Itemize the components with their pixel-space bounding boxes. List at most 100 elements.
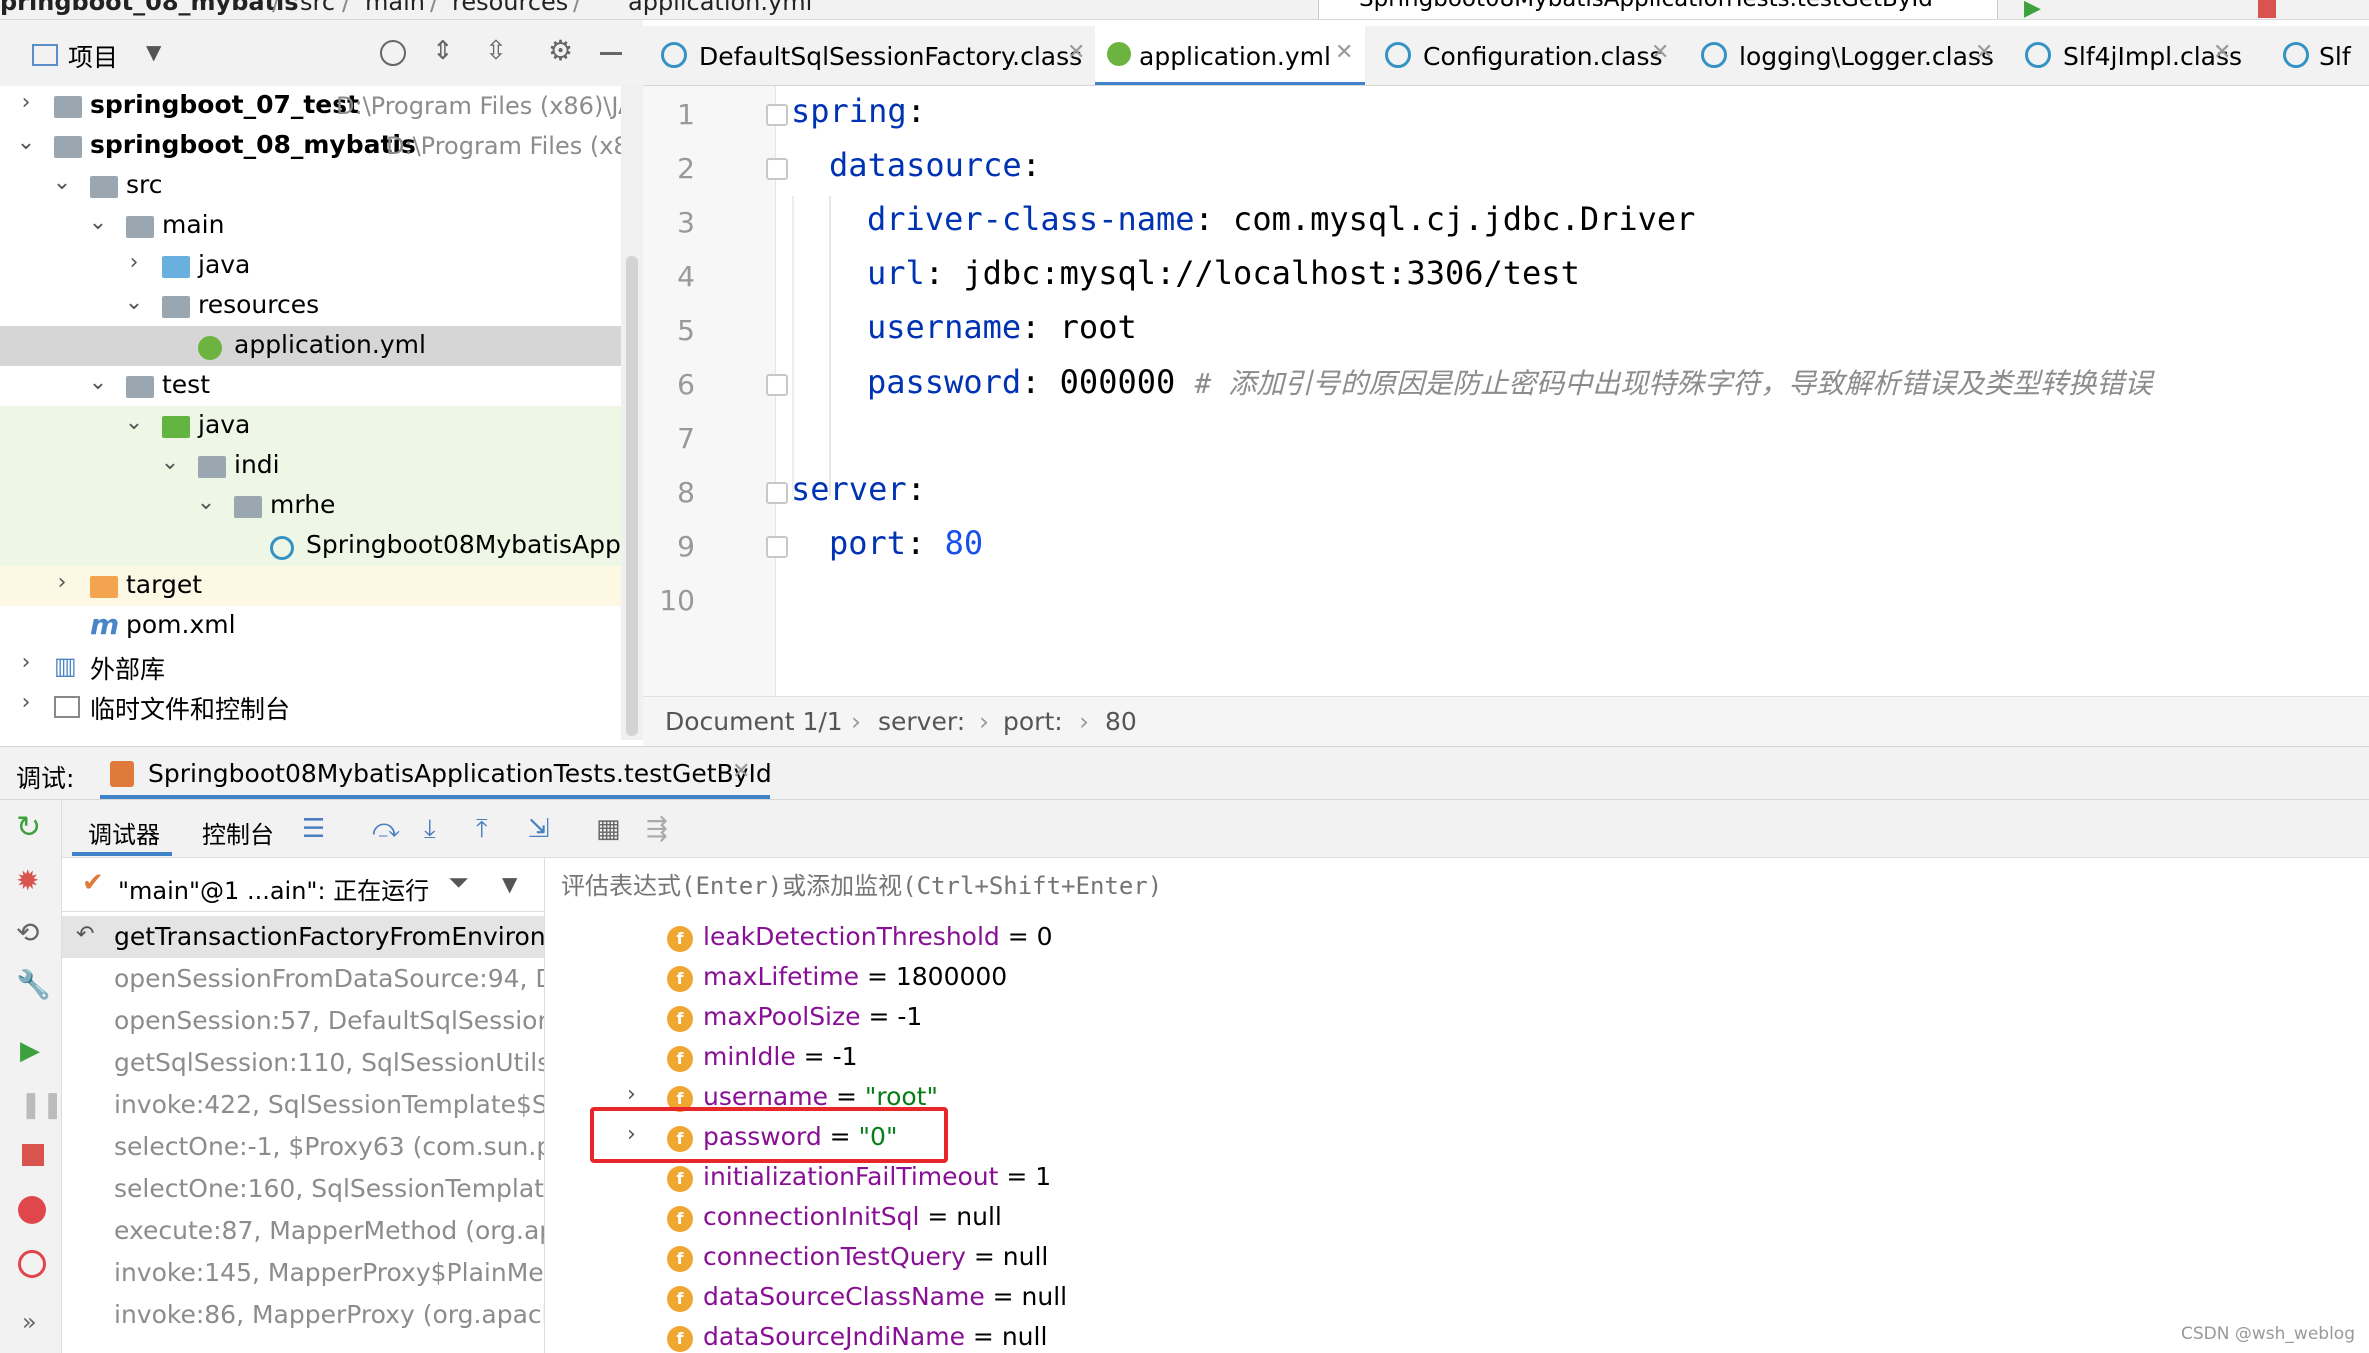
close-icon[interactable]: ✕	[1335, 40, 1353, 65]
tab-slf-truncated[interactable]: Slf	[2283, 26, 2369, 85]
chevron-down-icon[interactable]: ⌄	[52, 170, 72, 195]
mute-breakpoints-icon[interactable]	[18, 1250, 46, 1278]
run-config-dropdown[interactable]: Springboot08MybatisApplicationTests.test…	[1318, 0, 1998, 19]
chevron-right-icon[interactable]: ›	[16, 90, 36, 115]
tab-configuration[interactable]: Configuration.class ✕	[1373, 26, 1679, 85]
resume-icon[interactable]: ▶	[20, 1036, 40, 1066]
stack-frame[interactable]: getSqlSession:110, SqlSessionUtils (o	[62, 1042, 544, 1084]
stack-frame[interactable]: invoke:422, SqlSessionTemplate$SqlS	[62, 1084, 544, 1126]
stack-frame[interactable]: execute:87, MapperMethod (org.apac	[62, 1210, 544, 1252]
stack-frame[interactable]: openSessionFromDataSource:94, Defa	[62, 958, 544, 1000]
chevron-down-icon[interactable]: ▼	[146, 40, 161, 64]
chevron-down-icon[interactable]: ⌄	[160, 450, 180, 475]
tree-item-scratches[interactable]: › 临时文件和控制台	[0, 686, 643, 726]
step-out-icon[interactable]: ⤒	[476, 814, 504, 844]
rerun-icon[interactable]: ↻	[16, 810, 41, 845]
more-icon[interactable]: »	[22, 1308, 37, 1336]
tab-application-yml[interactable]: application.yml ✕	[1095, 26, 1365, 85]
breadcrumb-value[interactable]: 80	[1105, 707, 1137, 736]
tree-item-target[interactable]: › target	[0, 566, 643, 606]
tab-console[interactable]: 控制台	[202, 815, 274, 850]
fold-marker-icon[interactable]	[766, 374, 788, 396]
debug-session-tab[interactable]: Springboot08MybatisApplicationTests.test…	[148, 759, 772, 788]
breadcrumb-src[interactable]: src	[300, 0, 335, 16]
restore-layout-icon[interactable]: ⟲	[16, 916, 39, 949]
variable-row[interactable]: f connectionTestQuery = null	[545, 1238, 2369, 1278]
close-icon[interactable]: ✕	[1975, 40, 1993, 65]
fold-marker-icon[interactable]	[766, 158, 788, 180]
collapse-all-icon[interactable]: ⇳	[485, 36, 507, 66]
tree-item-springboot08[interactable]: ⌄ springboot_08_mybatis D:\Program Files…	[0, 126, 643, 166]
chevron-right-icon[interactable]: ›	[16, 650, 36, 675]
code-editor[interactable]: spring: datasource: driver-class-name: c…	[777, 86, 2369, 696]
thread-selector[interactable]: ✔ "main"@1 ...ain": 正在运行 ⏷ ▼	[62, 858, 544, 912]
chevron-right-icon[interactable]: ›	[52, 570, 72, 595]
tab-slf4j-impl[interactable]: Slf4jImpl.class ✕	[2013, 26, 2242, 85]
chevron-down-icon[interactable]: ⌄	[124, 410, 144, 435]
stop-icon[interactable]	[2258, 0, 2276, 18]
variable-row[interactable]: f maxPoolSize = -1	[545, 998, 2369, 1038]
close-icon[interactable]: ✕	[2213, 40, 2231, 65]
stack-frame[interactable]: invoke:86, MapperProxy (org.apache.	[62, 1294, 544, 1336]
evaluate-icon[interactable]: ▦	[596, 814, 624, 844]
breadcrumb-project[interactable]: pringboot_08_mybatis	[0, 0, 299, 16]
menu-icon[interactable]: ☰	[302, 814, 330, 844]
breadcrumb-file[interactable]: application.yml	[628, 0, 812, 16]
tab-logger[interactable]: logging\Logger.class ✕	[1689, 26, 2003, 85]
tree-item-resources[interactable]: ⌄ resources	[0, 286, 643, 326]
trace-icon[interactable]: ⇶	[646, 814, 674, 844]
variable-row[interactable]: f initializationFailTimeout = 1	[545, 1158, 2369, 1198]
stack-frame[interactable]: ↶ getTransactionFactoryFromEnvironme	[62, 916, 544, 958]
chevron-down-icon[interactable]: ⌄	[196, 490, 216, 515]
tab-default-sql-session-factory[interactable]: DefaultSqlSessionFactory.class ✕	[649, 26, 1093, 85]
tree-item-mrhe[interactable]: ⌄ mrhe	[0, 486, 643, 526]
view-breakpoints-icon[interactable]	[18, 1196, 46, 1224]
chevron-down-icon[interactable]: ⌄	[88, 210, 108, 235]
tree-item-test-class[interactable]: Springboot08MybatisApplicat	[0, 526, 643, 566]
stack-frame[interactable]: invoke:145, MapperProxy$PlainMetho	[62, 1252, 544, 1294]
variable-row[interactable]: f connectionInitSql = null	[545, 1198, 2369, 1238]
chevron-down-icon[interactable]: ▼	[502, 872, 517, 896]
tree-item-main[interactable]: ⌄ main	[0, 206, 643, 246]
variable-row[interactable]: f dataSourceClassName = null	[545, 1278, 2369, 1318]
step-over-icon[interactable]: ⤼	[372, 814, 400, 844]
project-panel-title[interactable]: 项目	[68, 38, 118, 74]
variable-row[interactable]: f leakDetectionThreshold = 0	[545, 918, 2369, 958]
close-icon[interactable]: ✕	[1067, 40, 1085, 65]
fold-marker-icon[interactable]	[766, 482, 788, 504]
chevron-down-icon[interactable]: ⌄	[124, 290, 144, 315]
chevron-down-icon[interactable]: ⌄	[88, 370, 108, 395]
scrollbar-thumb[interactable]	[626, 256, 638, 736]
breadcrumb-port[interactable]: port:	[1003, 707, 1063, 736]
chevron-right-icon[interactable]: ›	[627, 1082, 636, 1107]
chevron-down-icon[interactable]: ⌄	[16, 130, 36, 155]
tree-item-src[interactable]: ⌄ src	[0, 166, 643, 206]
step-into-icon[interactable]: ⤓	[424, 814, 452, 844]
pause-icon[interactable]: ❚❚	[20, 1090, 64, 1120]
variable-row[interactable]: f minIdle = -1	[545, 1038, 2369, 1078]
tree-item-pom[interactable]: m pom.xml	[0, 606, 643, 646]
tree-item-springboot07[interactable]: › springboot_07_test D:\Program Files (x…	[0, 86, 643, 126]
chevron-right-icon[interactable]: ›	[124, 250, 144, 275]
stop-icon[interactable]	[22, 1144, 44, 1166]
document-indicator[interactable]: Document 1/1	[665, 707, 843, 736]
locate-icon[interactable]	[380, 40, 406, 66]
stack-frame[interactable]: openSession:57, DefaultSqlSessionFac	[62, 1000, 544, 1042]
expand-all-icon[interactable]: ⇕	[432, 36, 454, 66]
run-to-cursor-icon[interactable]: ⇲	[528, 814, 556, 844]
tree-item-external-libs[interactable]: › ▥ 外部库	[0, 646, 643, 686]
variable-row[interactable]: f dataSourceJndiName = null	[545, 1318, 2369, 1353]
breadcrumb-server[interactable]: server:	[878, 707, 965, 736]
evaluate-expression-input[interactable]	[545, 858, 2369, 914]
gear-icon[interactable]: ⚙	[548, 34, 573, 67]
tree-item-application-yml[interactable]: application.yml	[0, 326, 643, 366]
close-icon[interactable]: ✕	[732, 759, 750, 784]
tree-item-test-java[interactable]: ⌄ java	[0, 406, 643, 446]
stack-frame[interactable]: selectOne:-1, $Proxy63 (com.sun.prox	[62, 1126, 544, 1168]
wrench-icon[interactable]: 🔧	[16, 968, 51, 1001]
bug-icon[interactable]: ✹	[16, 864, 39, 897]
breadcrumb-main[interactable]: main	[365, 0, 425, 16]
tree-item-java[interactable]: › java	[0, 246, 643, 286]
project-scrollbar[interactable]	[621, 86, 643, 740]
run-icon[interactable]: ▶	[2024, 0, 2041, 19]
